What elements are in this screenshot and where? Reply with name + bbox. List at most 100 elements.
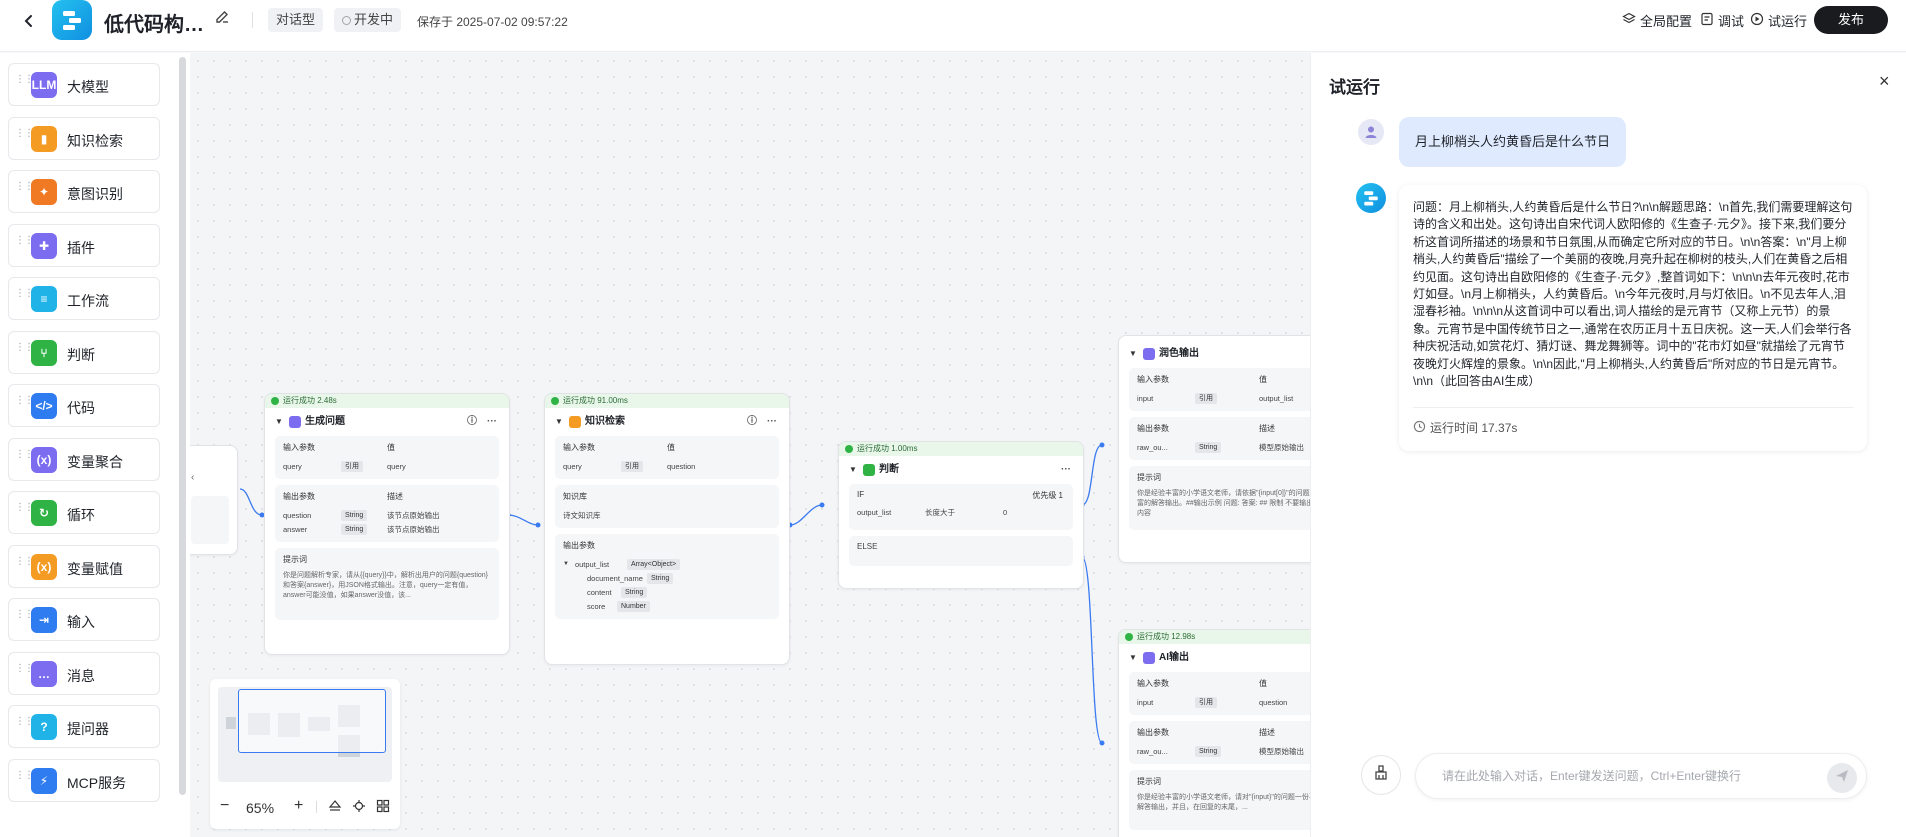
drag-handle-icon[interactable]: ⋮⋮: [15, 717, 34, 727]
drag-handle-icon[interactable]: ⋮⋮: [15, 235, 34, 245]
drag-handle-icon[interactable]: ⋮⋮: [15, 75, 34, 85]
node-knowledge-retrieval[interactable]: 运行成功 91.00ms ▼ 知识检索 ⓘ ··· 输入参数 值 query 引用 q…: [544, 393, 790, 665]
input-params-section: 输入参数 值 query 引用 question: [555, 436, 779, 479]
message-icon: …: [31, 660, 57, 687]
sidebar-item-label: 输入: [67, 614, 95, 630]
auto-layout-icon[interactable]: [328, 799, 342, 818]
close-icon[interactable]: ×: [1879, 71, 1890, 92]
field-name: document_name: [587, 573, 643, 583]
sidebar-item-branch[interactable]: ⋮⋮ ⑂ 判断: [8, 330, 160, 374]
publish-button[interactable]: 发布: [1814, 6, 1888, 34]
info-icon[interactable]: ⓘ: [747, 408, 757, 436]
prompt-head: 提示词: [283, 555, 307, 564]
desc-head: 描述: [1259, 424, 1275, 433]
collapse-caret-icon[interactable]: ▼: [1129, 644, 1137, 672]
drag-handle-icon[interactable]: ⋮⋮: [15, 556, 34, 566]
clear-chat-button[interactable]: [1361, 755, 1401, 795]
test-run-panel: 试运行 × 月上柳梢头人约黄昏后是什么节日 问题：月上柳梢头,人约黄昏后是什么节…: [1310, 53, 1906, 837]
drag-handle-icon[interactable]: ⋮⋮: [15, 610, 34, 620]
sidebar-item-mcp[interactable]: ⋮⋮ ⚡ MCP服务: [8, 758, 160, 802]
locate-icon[interactable]: [352, 799, 366, 818]
minimap-area[interactable]: [218, 687, 392, 782]
grid-icon[interactable]: [376, 799, 390, 818]
drag-handle-icon[interactable]: ⋮⋮: [15, 770, 34, 780]
saved-time: 保存于 2025-07-02 09:57:22: [417, 15, 568, 29]
header-divider: [252, 12, 253, 28]
top-header: 低代码构… 对话型 开发中 保存于 2025-07-02 09:57:22 全局…: [0, 0, 1906, 52]
sidebar-item-workflow[interactable]: ⋮⋮ ≡ 工作流: [8, 277, 160, 320]
param-value: query: [387, 461, 406, 471]
node-status: 运行成功 91.00ms: [545, 394, 789, 408]
drag-handle-icon[interactable]: ⋮⋮: [15, 503, 34, 513]
drag-handle-icon[interactable]: ⋮⋮: [15, 182, 34, 192]
drag-handle-icon[interactable]: ⋮⋮: [15, 663, 34, 673]
sidebar-item-book[interactable]: ⋮⋮ ▮ 知识检索: [8, 116, 160, 160]
param-type: 引用: [341, 460, 363, 472]
drag-handle-icon[interactable]: ⋮⋮: [15, 342, 34, 352]
node-title: 判断: [879, 464, 899, 475]
prompt-text: 你是经验丰富的小学语文老师，请依据"{input[0]}"的问题一份平采丰富的解…: [1137, 490, 1310, 517]
drag-handle-icon[interactable]: ⋮⋮: [15, 128, 34, 138]
output-params-section: 输出参数 描述 raw_ou... String 模型原始输出: [1129, 721, 1310, 764]
sidebar-item-variable[interactable]: ⋮⋮ (x) 变量聚合: [8, 437, 160, 481]
node-ai-output[interactable]: 运行成功 12.98s ▼ AI输出 输入参数 值 input 引用 question…: [1118, 629, 1310, 837]
send-button[interactable]: [1827, 763, 1857, 793]
zoom-in-button[interactable]: +: [294, 797, 303, 815]
start-node-section: [191, 496, 229, 544]
knowledge-base-section: 知识库 诗文知识库: [555, 485, 779, 528]
mode-tag: 对话型: [268, 8, 324, 32]
info-icon[interactable]: ⓘ: [467, 408, 477, 436]
back-arrow-icon[interactable]: [18, 10, 40, 32]
test-run-button[interactable]: 试运行: [1750, 11, 1807, 30]
sidebar-item-label: 工作流: [67, 293, 109, 309]
sidebar-item-loop[interactable]: ⋮⋮ ↻ 循环: [8, 491, 160, 534]
start-node-partial[interactable]: ‹: [190, 445, 238, 555]
input-params-section: 输入参数 值 input 引用 output_list: [1129, 368, 1310, 411]
node-title-bar: ▼ 生成问题 ⓘ ···: [265, 408, 509, 436]
sidebar-item-code[interactable]: ⋮⋮ </> 代码: [8, 384, 160, 427]
collapse-caret-icon[interactable]: ▼: [849, 456, 857, 484]
zoom-divider: [316, 801, 317, 813]
cond-var: output_list: [857, 507, 892, 517]
minimap-viewport[interactable]: [238, 689, 386, 753]
workflow-canvas[interactable]: ‹ 运行成功 2.48s ▼ 生成问题 ⓘ ··· 输入参数值 query 引用 q…: [190, 53, 1310, 837]
bot-message-text: 问题：月上柳梢头,人约黄昏后是什么节日?\n\n解题思路：\n首先,我们需要理解…: [1413, 200, 1853, 389]
zoom-out-button[interactable]: −: [220, 797, 229, 815]
sidebar-item-question[interactable]: ⋮⋮? 提问器: [8, 705, 160, 748]
node-title-bar: ▼ 润色输出: [1119, 340, 1310, 368]
input-icon: ⇥: [31, 607, 57, 633]
sidebar-item-puzzle[interactable]: ⋮⋮ ✚ 插件: [8, 223, 160, 267]
sidebar-item-message[interactable]: ⋮⋮… 消息: [8, 651, 160, 695]
param-type: String: [341, 509, 368, 521]
node-condition[interactable]: 运行成功 1.00ms ▼ 判断 ··· IF 优先级 1 output_list…: [838, 441, 1084, 589]
collapse-caret-icon[interactable]: ▼: [275, 408, 283, 436]
drag-handle-icon[interactable]: ⋮⋮: [15, 396, 34, 406]
drag-handle-icon[interactable]: ⋮⋮: [15, 449, 34, 459]
llm-icon: LLM: [31, 72, 57, 98]
debug-button[interactable]: 调试: [1700, 11, 1744, 30]
sidebar-item-intent[interactable]: ⋮⋮ ✦ 意图识别: [8, 170, 160, 213]
node-generate-question[interactable]: 运行成功 2.48s ▼ 生成问题 ⓘ ··· 输入参数 值 query 引用 que…: [264, 393, 510, 655]
more-icon[interactable]: ···: [487, 408, 497, 436]
collapse-chevron-icon[interactable]: ‹: [191, 472, 194, 483]
user-avatar-icon: [1358, 119, 1384, 145]
more-icon[interactable]: ···: [767, 408, 777, 436]
collapse-caret-icon[interactable]: ▼: [555, 408, 563, 436]
global-config-button[interactable]: 全局配置: [1622, 11, 1692, 30]
drag-handle-icon[interactable]: ⋮⋮: [15, 289, 34, 299]
prompt-text: 你是经验丰富的小学语文老师，请对"{input}"的问题一份平采丰富的解答输出，…: [1137, 794, 1310, 811]
collapse-caret-icon[interactable]: ▼: [1129, 340, 1137, 368]
expand-caret-icon[interactable]: ▼: [563, 561, 569, 567]
sidebar-scrollbar[interactable]: [179, 57, 186, 795]
node-title: 知识检索: [585, 416, 625, 427]
sidebar-item-label: 消息: [67, 667, 95, 684]
sidebar-item-input[interactable]: ⋮⋮ ⇥ 输入: [8, 598, 160, 641]
assign-icon: (x): [31, 553, 57, 580]
app-logo-icon: [52, 0, 92, 40]
more-icon[interactable]: ···: [1061, 456, 1071, 484]
sidebar-item-llm[interactable]: ⋮⋮ LLM 大模型: [8, 63, 160, 106]
sidebar-item-assign[interactable]: ⋮⋮ (x) 变量赋值: [8, 544, 160, 588]
node-polish-output[interactable]: ▼ 润色输出 输入参数 值 input 引用 output_list 输出参数 描述 r…: [1118, 335, 1310, 563]
edit-pencil-icon[interactable]: [214, 9, 230, 30]
chat-input[interactable]: [1415, 753, 1867, 799]
